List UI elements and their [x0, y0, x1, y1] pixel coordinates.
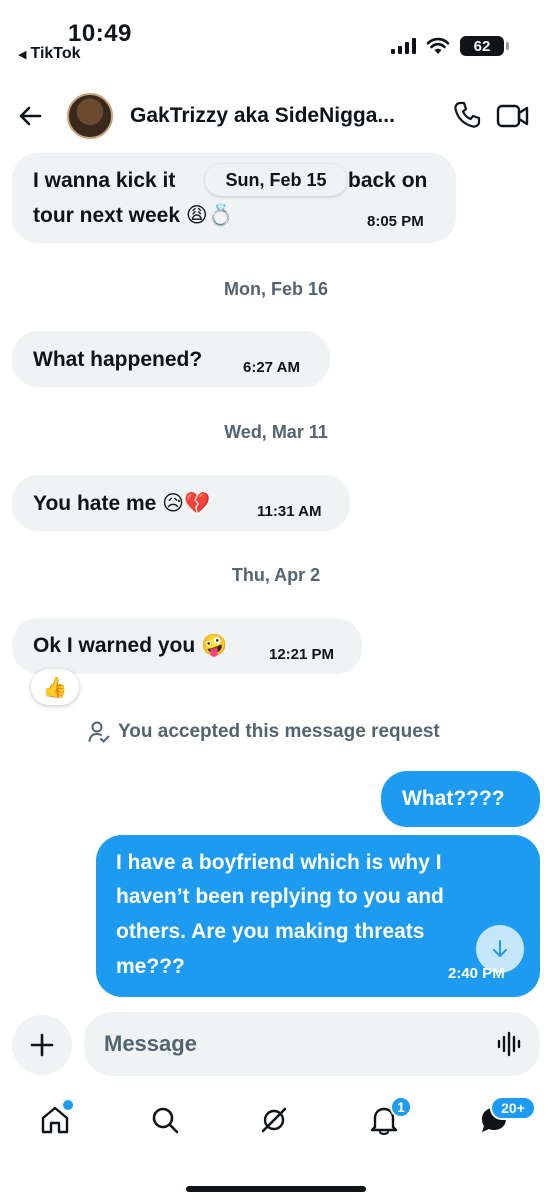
video-camera-icon[interactable]: [496, 102, 530, 130]
outgoing-message[interactable]: What????: [381, 771, 540, 827]
message-text: What????: [402, 787, 505, 810]
nav-messages[interactable]: 20+: [474, 1096, 536, 1140]
home-unread-dot: [63, 1100, 73, 1110]
message-text: Ok I warned you 🤪: [33, 634, 228, 657]
message-text-line: me???: [116, 955, 185, 978]
message-text-line: I have a boyfriend which is why I: [116, 851, 442, 874]
request-notice-text: You accepted this message request: [118, 721, 440, 742]
nav-search[interactable]: [145, 1100, 185, 1140]
date-separator: Wed, Mar 11: [224, 422, 328, 442]
add-attachment-button[interactable]: [12, 1015, 72, 1075]
incoming-message[interactable]: Ok I warned you 🤪 12:21 PM: [12, 618, 362, 674]
message-text-line: I wanna kick it: [33, 169, 176, 192]
message-text-line: haven’t been replying to you and: [116, 885, 444, 908]
message-time: 8:05 PM: [367, 213, 424, 230]
date-separator: Mon, Feb 16: [223, 279, 328, 299]
search-icon: [152, 1107, 179, 1134]
back-triangle-icon: ◀: [18, 48, 27, 61]
contact-name[interactable]: GakTrizzy aka SideNigga...: [130, 104, 395, 128]
user-check-icon: [88, 721, 110, 743]
status-indicators: 62: [391, 36, 509, 56]
arrow-left-icon[interactable]: [14, 100, 46, 132]
conversation-header: GakTrizzy aka SideNigga...: [0, 88, 552, 144]
date-separator: Thu, Apr 2: [231, 565, 321, 585]
nav-notifications[interactable]: 1: [364, 1096, 412, 1140]
message-time: 11:31 AM: [257, 503, 322, 520]
cellular-signal-icon: [391, 38, 416, 54]
message-time: 6:27 AM: [243, 359, 300, 376]
outgoing-message[interactable]: I have a boyfriend which is why I haven’…: [96, 835, 540, 997]
bottom-navigation: 1 20+: [0, 1092, 552, 1152]
message-request-notice: You accepted this message request: [88, 720, 440, 744]
floating-date-pill: Sun, Feb 15: [205, 164, 347, 196]
contact-avatar[interactable]: [67, 93, 113, 139]
incoming-message[interactable]: What happened? 6:27 AM: [12, 331, 330, 387]
messages-badge: 20+: [490, 1096, 536, 1120]
message-input[interactable]: [84, 1012, 540, 1076]
wifi-icon: [426, 37, 450, 54]
message-text-line: back on: [348, 169, 428, 192]
voice-message-icon[interactable]: [496, 1030, 524, 1058]
status-time: 10:49: [68, 20, 132, 47]
notifications-badge: 1: [390, 1096, 412, 1118]
nav-grok[interactable]: [254, 1100, 294, 1140]
arrow-down-icon: [493, 940, 507, 957]
nav-home[interactable]: [35, 1100, 75, 1140]
phone-icon[interactable]: [452, 100, 482, 130]
home-indicator: [186, 1186, 366, 1192]
message-time: 12:21 PM: [269, 646, 335, 663]
incoming-message[interactable]: You hate me 😥💔 11:31 AM: [12, 475, 350, 531]
grok-icon: [261, 1107, 287, 1133]
message-text: What happened?: [33, 348, 203, 371]
battery-icon: 62: [460, 36, 509, 56]
back-app-label: TikTok: [30, 45, 81, 62]
back-to-app-link[interactable]: ◀ TikTok: [18, 45, 81, 63]
scroll-to-bottom-button[interactable]: [476, 925, 524, 973]
thumbs-up-reaction[interactable]: 👍: [31, 669, 79, 705]
message-text-line: others. Are you making threats: [116, 920, 425, 943]
message-text-line: tour next week 😩💍: [33, 204, 234, 227]
plus-icon: [30, 1033, 54, 1057]
message-text: You hate me 😥💔: [33, 492, 211, 515]
